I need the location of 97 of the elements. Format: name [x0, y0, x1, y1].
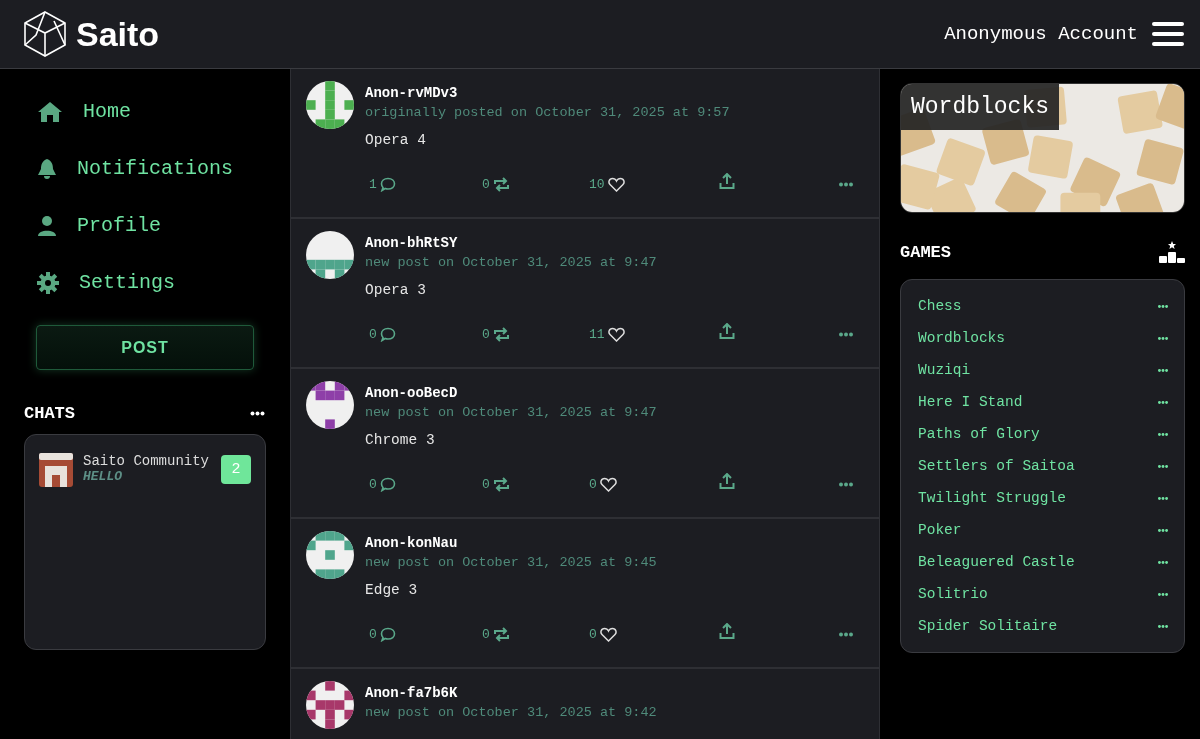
avatar[interactable] [306, 681, 354, 729]
share-icon[interactable] [719, 473, 735, 490]
like-button[interactable]: 11 [589, 326, 719, 342]
section-title: GAMES [900, 242, 951, 262]
post-text: Opera 4 [365, 132, 427, 148]
comment-icon [379, 176, 396, 192]
comment-button[interactable]: 0 [369, 626, 482, 642]
author-name[interactable]: Anon-rvMDv3 [365, 85, 863, 101]
game-link[interactable]: Spider Solitaire [918, 618, 1058, 634]
avatar[interactable] [306, 81, 354, 129]
repost-icon [492, 626, 510, 642]
more-icon[interactable] [249, 410, 266, 416]
comment-button[interactable]: 0 [369, 476, 482, 492]
game-link[interactable]: Solitrio [918, 586, 988, 602]
author-name[interactable]: Anon-konNau [365, 535, 863, 551]
more-icon[interactable] [1158, 495, 1168, 501]
post-text: Edge 3 [365, 582, 419, 598]
share-icon[interactable] [719, 173, 735, 190]
post-meta: new post on October 31, 2025 at 9:42 [365, 705, 658, 720]
more-icon[interactable] [1158, 623, 1168, 629]
repost-button[interactable]: 0 [482, 326, 589, 342]
nav-item[interactable]: Home [24, 83, 266, 140]
author-name[interactable]: Anon-fa7b6K [365, 685, 863, 701]
share-icon[interactable] [719, 323, 735, 340]
game-link[interactable]: Twilight Struggle [918, 490, 1066, 506]
game-link[interactable]: Here I Stand [918, 394, 1023, 410]
more-icon[interactable] [1158, 367, 1168, 373]
post-meta: originally posted on October 31, 2025 at 9:57 [365, 105, 731, 120]
author-name[interactable]: Anon-ooBecD [365, 385, 863, 401]
chat-name[interactable]: Saito Community [83, 453, 210, 469]
heart-icon [607, 176, 625, 192]
repost-icon [492, 476, 510, 492]
repost-icon [492, 326, 510, 342]
repost-button[interactable]: 0 [482, 626, 589, 642]
post-text: Opera 3 [365, 282, 427, 298]
more-icon[interactable] [1158, 335, 1168, 341]
chat-preview: HELLO [83, 469, 123, 484]
bell-icon [37, 157, 57, 180]
post-text: Chrome 3 [365, 432, 436, 448]
repost-button[interactable]: 0 [482, 476, 589, 492]
section-title: CHATS [24, 403, 75, 423]
leaderboard-icon[interactable] [1159, 241, 1185, 263]
logo-text: Saito [76, 14, 160, 54]
game-link[interactable]: Paths of Glory [918, 426, 1040, 442]
author-name[interactable]: Anon-bhRtSY [365, 235, 863, 251]
like-button[interactable]: 0 [589, 476, 719, 492]
cube-logo-icon [24, 11, 66, 57]
nav-item[interactable]: Settings [24, 254, 266, 311]
user-icon [37, 214, 57, 237]
comment-icon [379, 476, 396, 492]
home-icon [37, 100, 63, 123]
post-meta: new post on October 31, 2025 at 9:47 [365, 405, 658, 420]
featured-game-card[interactable]: Wordblocks [900, 83, 1185, 213]
more-icon[interactable] [1158, 399, 1168, 405]
more-icon[interactable] [1158, 303, 1168, 309]
post-meta: new post on October 31, 2025 at 9:45 [365, 555, 658, 570]
more-icon[interactable] [839, 181, 853, 187]
menu-icon [1152, 22, 1184, 46]
repost-button[interactable]: 0 [482, 176, 589, 192]
comment-icon [379, 326, 396, 342]
nav-item[interactable]: Notifications [24, 140, 266, 197]
post-meta: new post on October 31, 2025 at 9:47 [365, 255, 658, 270]
avatar[interactable] [306, 531, 354, 579]
featured-game-title: Wordblocks [901, 84, 1060, 130]
game-link[interactable]: Wordblocks [918, 330, 1005, 346]
comment-button[interactable]: 0 [369, 326, 482, 342]
account-name[interactable]: Anonymous Account [944, 23, 1138, 45]
game-link[interactable]: Poker [918, 522, 962, 538]
repost-icon [492, 176, 510, 192]
share-icon[interactable] [719, 623, 735, 640]
more-icon[interactable] [1158, 527, 1168, 533]
avatar[interactable] [306, 381, 354, 429]
more-icon[interactable] [1158, 591, 1168, 597]
game-link[interactable]: Wuziqi [918, 362, 971, 378]
game-link[interactable]: Settlers of Saitoa [918, 458, 1075, 474]
nav-item[interactable]: Profile [24, 197, 266, 254]
comment-icon [379, 626, 396, 642]
unread-count: 2 [221, 455, 251, 484]
avatar[interactable] [306, 231, 354, 279]
more-icon[interactable] [839, 481, 853, 487]
menu-button[interactable] [1152, 22, 1184, 46]
game-link[interactable]: Beleaguered Castle [918, 554, 1075, 570]
game-link[interactable]: Chess [918, 298, 962, 314]
heart-icon [599, 476, 617, 492]
more-icon[interactable] [1158, 463, 1168, 469]
more-icon[interactable] [839, 331, 853, 337]
more-icon[interactable] [1158, 559, 1168, 565]
like-button[interactable]: 0 [589, 626, 719, 642]
post-button[interactable]: POST [36, 325, 254, 370]
settings-icon [37, 271, 59, 294]
more-icon[interactable] [839, 631, 853, 637]
comment-button[interactable]: 1 [369, 176, 482, 192]
like-button[interactable]: 10 [589, 176, 719, 192]
chat-group-icon [39, 453, 73, 487]
more-icon[interactable] [1158, 431, 1168, 437]
heart-icon [607, 326, 625, 342]
heart-icon [599, 626, 617, 642]
